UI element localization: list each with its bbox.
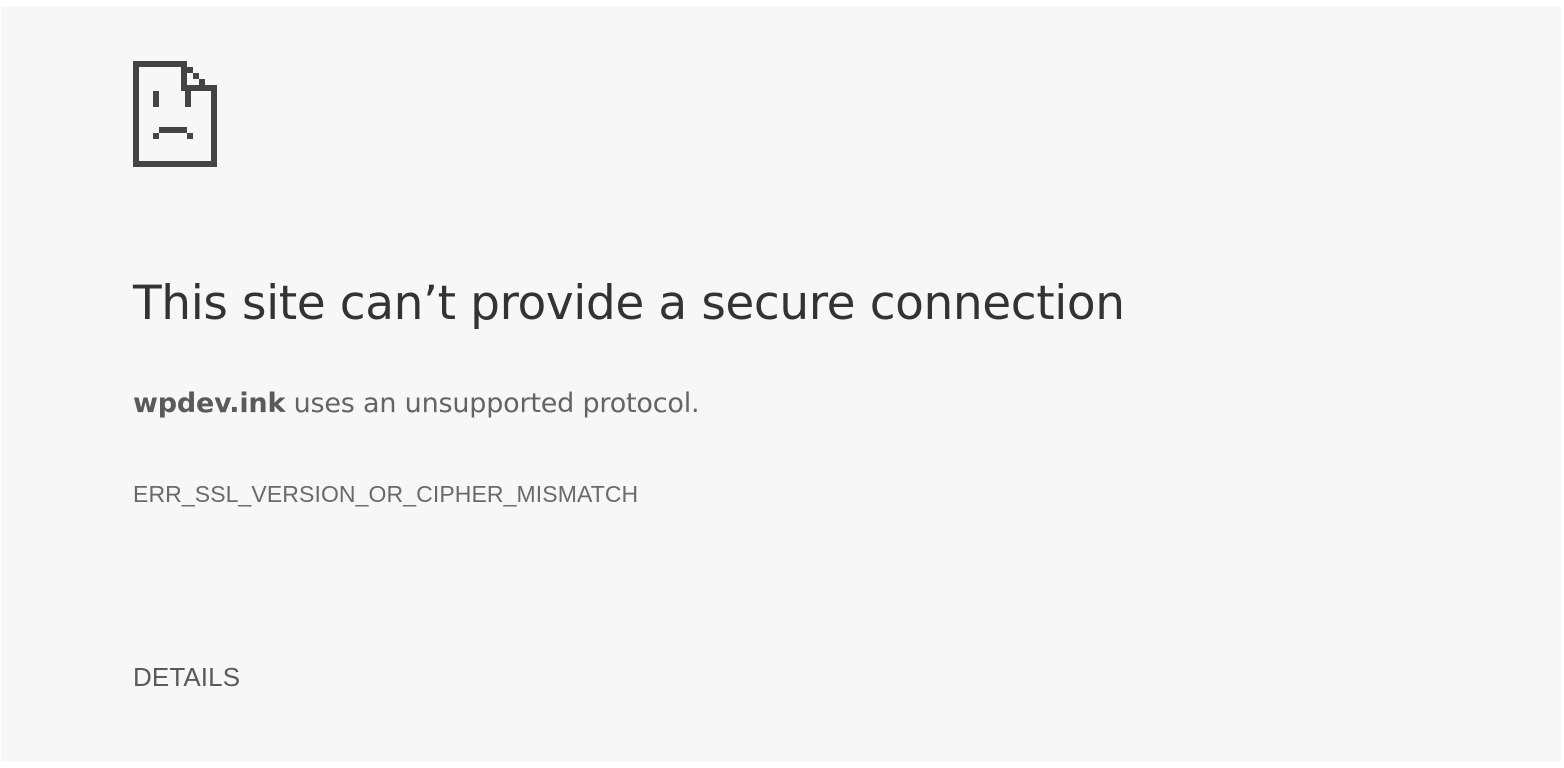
error-summary: wpdev.ink uses an unsupported protocol. (133, 384, 700, 424)
page-title: This site can’t provide a secure connect… (133, 276, 1125, 331)
error-code: ERR_SSL_VERSION_OR_CIPHER_MISMATCH (133, 481, 639, 507)
details-button[interactable]: DETAILS (127, 656, 246, 698)
host-name: wpdev.ink (133, 388, 286, 419)
sad-page-icon (133, 61, 217, 167)
error-page: This site can’t provide a secure connect… (1, 6, 1561, 762)
summary-message: uses an unsupported protocol. (285, 388, 700, 419)
